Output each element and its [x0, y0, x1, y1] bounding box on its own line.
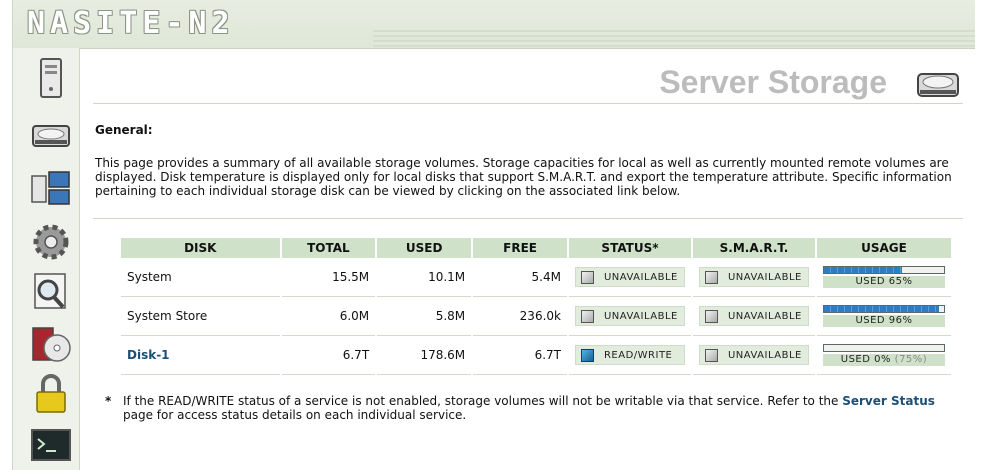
hard-drive-icon — [915, 64, 961, 102]
col-total: TOTAL — [281, 238, 376, 258]
server-tower-icon[interactable] — [29, 56, 73, 100]
table-header-row: DISK TOTAL USED FREE STATUS* S.M.A.R.T. … — [121, 238, 951, 258]
disk-free: 6.7T — [473, 336, 567, 375]
gear-icon[interactable] — [29, 220, 73, 264]
usage-label-text: USED 0% — [840, 354, 891, 365]
footnote-text: If the READ/WRITE status of a service is… — [123, 394, 945, 422]
status-indicator-icon — [580, 348, 594, 362]
usage-label-text: USED 96% — [855, 315, 913, 326]
server-status-link[interactable]: Server Status — [842, 394, 935, 408]
disk-total: 6.0M — [281, 297, 376, 336]
smart-cell: UNAVAILABLE — [692, 297, 815, 336]
padlock-icon[interactable] — [29, 372, 73, 416]
footnote: * If the READ/WRITE status of a service … — [105, 394, 945, 422]
magnifier-icon[interactable] — [29, 270, 73, 314]
footnote-star: * — [105, 394, 112, 408]
smart-badge: UNAVAILABLE — [698, 267, 809, 287]
title-divider — [93, 103, 963, 104]
usage-bar — [822, 305, 945, 313]
disk-name-cell: Disk-1 — [121, 336, 280, 375]
status-cell: UNAVAILABLE — [568, 297, 691, 336]
usage-label: USED 65% — [822, 276, 945, 288]
status-cell: READ/WRITE — [568, 336, 691, 375]
cd-media-icon[interactable] — [29, 322, 73, 366]
disk-name: System Store — [121, 297, 280, 336]
disk-used: 178.6M — [377, 336, 472, 375]
usage-cell: USED 96% — [816, 297, 951, 336]
col-disk: DISK — [121, 238, 280, 258]
banner: NASITE-N2 — [13, 0, 975, 49]
smart-indicator-icon — [704, 309, 718, 323]
status-badge: UNAVAILABLE — [574, 267, 685, 287]
sidebar — [13, 48, 80, 470]
status-text: UNAVAILABLE — [603, 271, 678, 283]
app-frame: NASITE-N2 Server Storage General: This p… — [12, 0, 975, 470]
table-row: System Store 6.0M 5.8M 236.0k UNAVAILABL… — [121, 297, 951, 336]
status-badge: UNAVAILABLE — [574, 306, 685, 326]
hard-drive-icon[interactable] — [29, 112, 73, 156]
usage-bar-fill — [823, 267, 902, 273]
general-description: This page provides a summary of all avai… — [95, 156, 952, 198]
status-text: UNAVAILABLE — [603, 310, 678, 322]
smart-indicator-icon — [704, 348, 718, 362]
smart-text: UNAVAILABLE — [727, 310, 802, 322]
table-row: Disk-1 6.7T 178.6M 6.7T READ/WRITE UNAVA… — [121, 336, 951, 375]
terminal-icon[interactable] — [29, 424, 73, 468]
status-badge: READ/WRITE — [574, 345, 685, 365]
usage-label: USED 96% — [822, 315, 945, 327]
disk-used: 5.8M — [377, 297, 472, 336]
usage-meter: USED 0% (75%) — [822, 344, 945, 366]
col-usage: USAGE — [816, 238, 951, 258]
table-row: System 15.5M 10.1M 5.4M UNAVAILABLE UNAV — [121, 258, 951, 297]
usage-label: USED 0% (75%) — [822, 354, 945, 366]
intro-divider — [93, 218, 963, 219]
smart-cell: UNAVAILABLE — [692, 258, 815, 297]
status-indicator-icon — [580, 309, 594, 323]
usage-meter: USED 96% — [822, 305, 945, 327]
smart-indicator-icon — [704, 270, 718, 284]
main-content: Server Storage General: This page provid… — [83, 48, 973, 470]
smart-text: UNAVAILABLE — [727, 271, 802, 283]
brand-logo: NASITE-N2 — [27, 6, 235, 41]
col-free: FREE — [473, 238, 567, 258]
usage-meter: USED 65% — [822, 266, 945, 288]
smart-badge: UNAVAILABLE — [698, 345, 809, 365]
usage-bar — [822, 266, 945, 274]
banner-stripes — [373, 30, 975, 48]
page-title: Server Storage — [659, 64, 887, 100]
usage-label-text: USED 65% — [855, 276, 913, 287]
footnote-text-before: If the READ/WRITE status of a service is… — [123, 394, 843, 408]
disk-total: 6.7T — [281, 336, 376, 375]
disk-total: 15.5M — [281, 258, 376, 297]
footnote-text-after: page for access status details on each i… — [123, 408, 467, 422]
smart-text: UNAVAILABLE — [727, 349, 802, 361]
disk-used: 10.1M — [377, 258, 472, 297]
storage-table: DISK TOTAL USED FREE STATUS* S.M.A.R.T. … — [119, 238, 953, 375]
usage-extra-text: (75%) — [894, 354, 928, 365]
usage-cell: USED 0% (75%) — [816, 336, 951, 375]
usage-cell: USED 65% — [816, 258, 951, 297]
col-status: STATUS* — [568, 238, 691, 258]
smart-badge: UNAVAILABLE — [698, 306, 809, 326]
disk-name: System — [121, 258, 280, 297]
smart-cell: UNAVAILABLE — [692, 336, 815, 375]
disk-1-link[interactable]: Disk-1 — [127, 348, 170, 362]
col-used: USED — [377, 238, 472, 258]
status-cell: UNAVAILABLE — [568, 258, 691, 297]
col-smart: S.M.A.R.T. — [692, 238, 815, 258]
general-heading: General: — [95, 123, 153, 137]
usage-bar — [822, 344, 945, 352]
disk-free: 236.0k — [473, 297, 567, 336]
status-indicator-icon — [580, 270, 594, 284]
status-text: READ/WRITE — [603, 349, 673, 361]
usage-bar-fill — [823, 306, 940, 312]
disk-free: 5.4M — [473, 258, 567, 297]
network-computers-icon[interactable] — [29, 166, 73, 210]
